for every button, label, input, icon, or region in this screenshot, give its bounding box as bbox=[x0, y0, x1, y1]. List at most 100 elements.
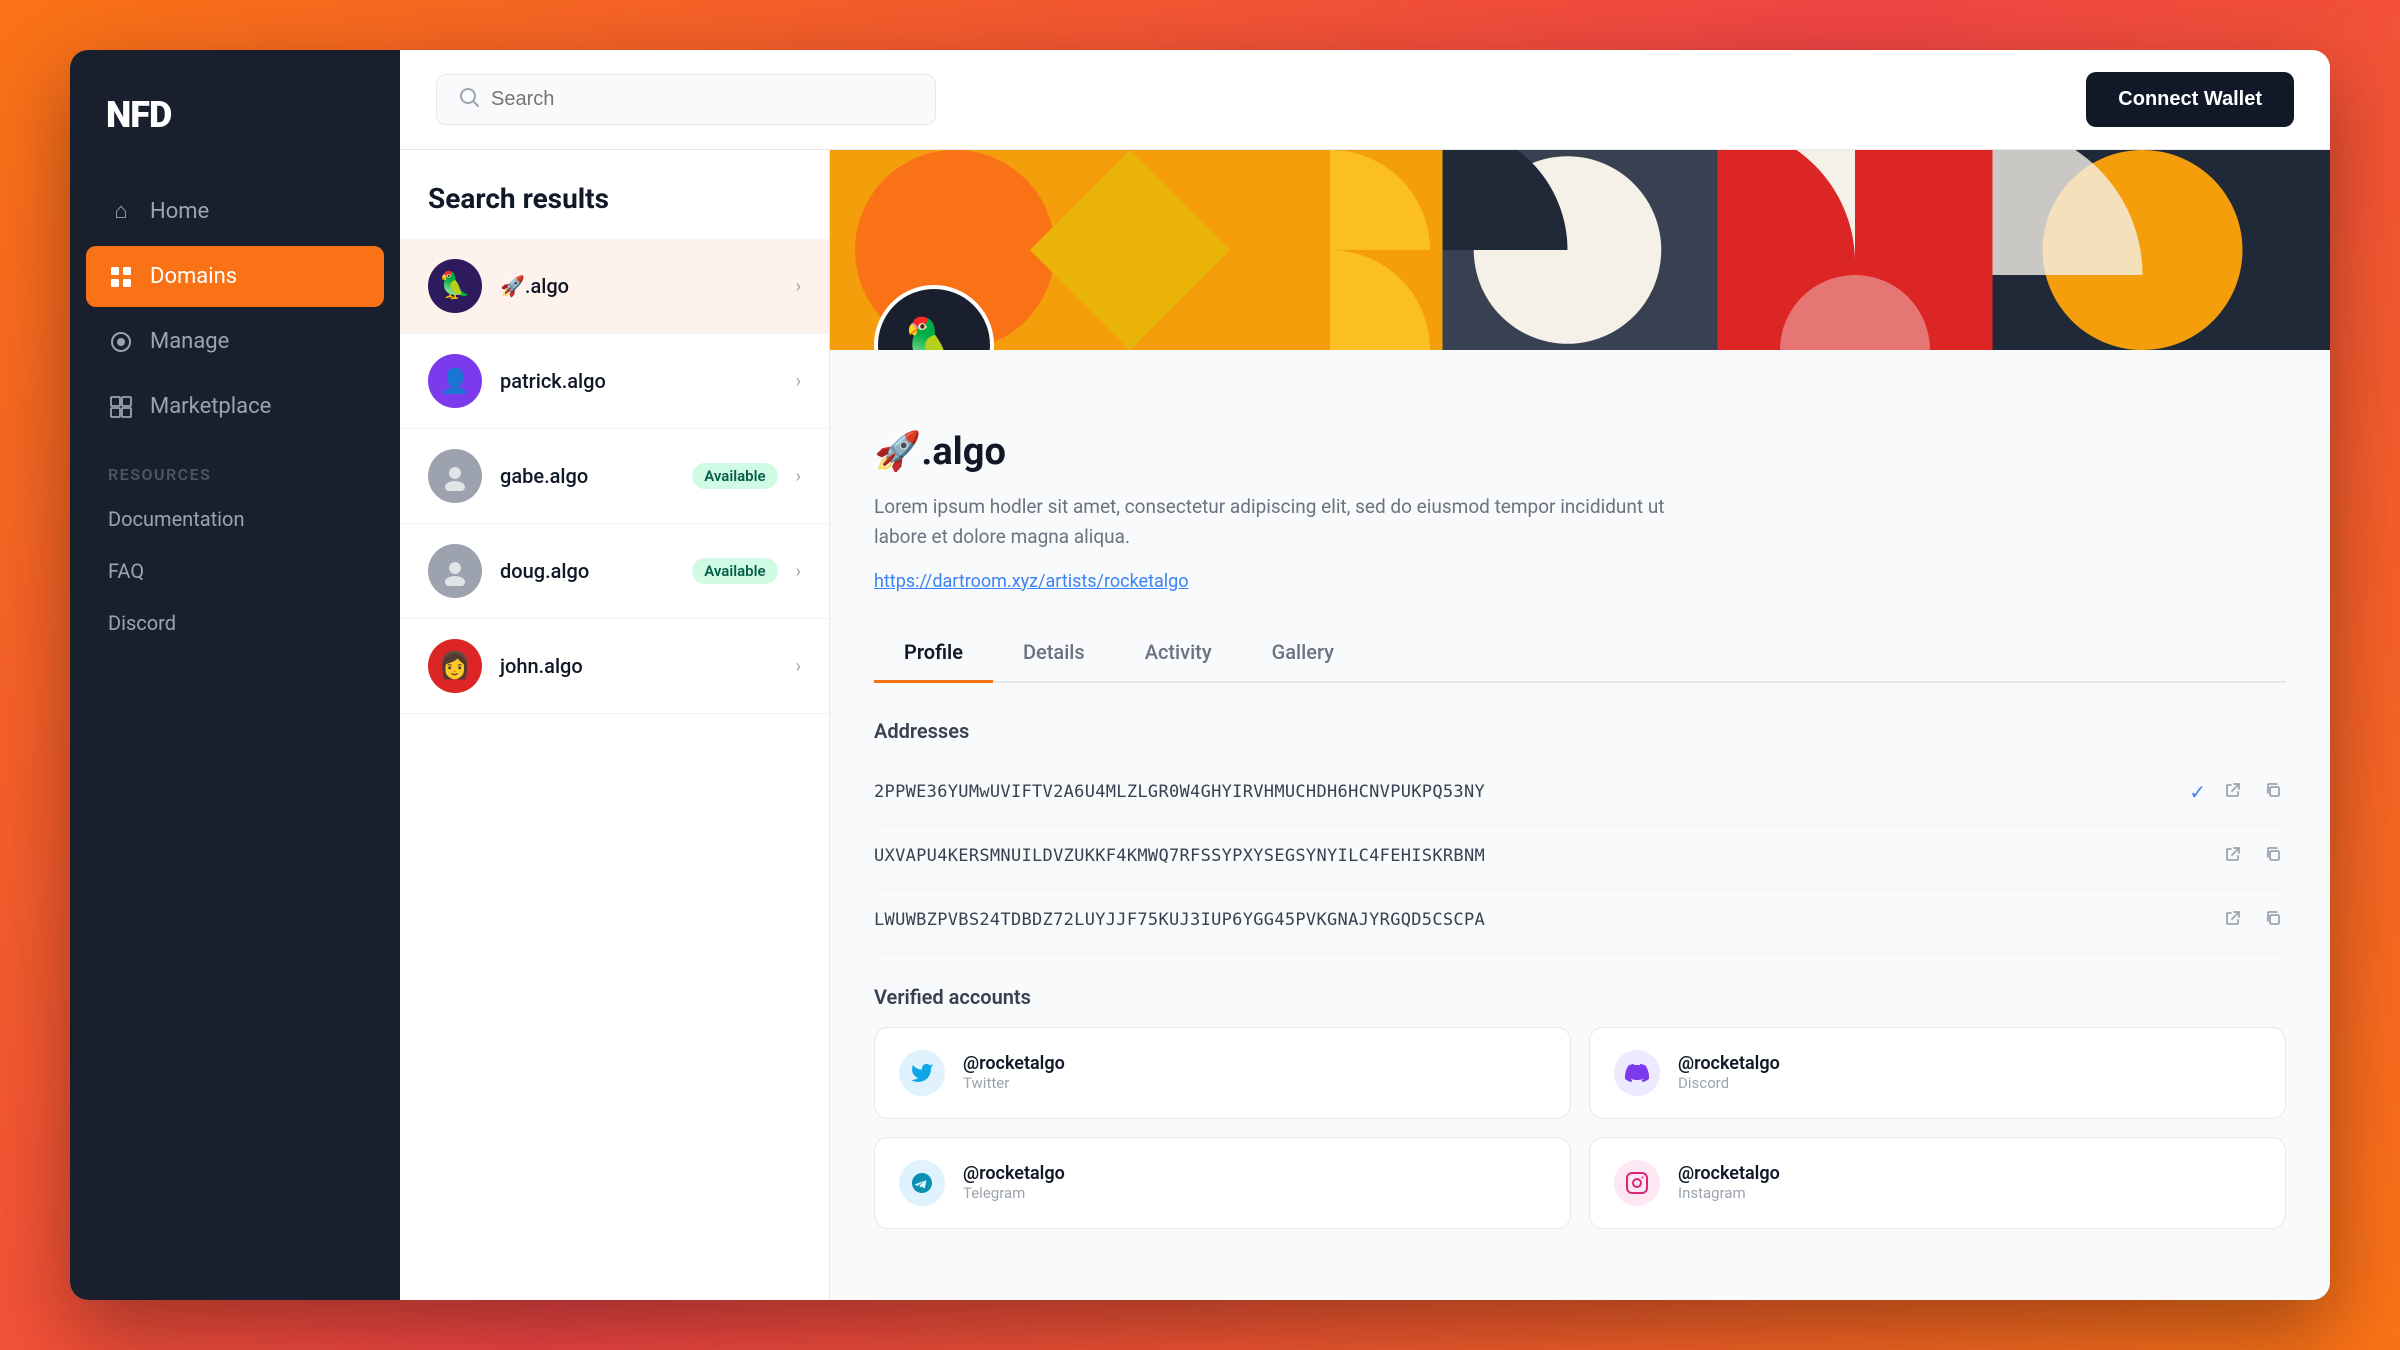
content-area: Search results 🦜 🚀.algo › 👤 patrick.algo… bbox=[400, 150, 2330, 1300]
profile-description: Lorem ipsum hodler sit amet, consectetur… bbox=[874, 492, 1694, 553]
detail-panel: 🦜 Make an offer 🚀.algo Lorem ipsum ho bbox=[830, 150, 2330, 1300]
address-copy-0[interactable] bbox=[2260, 777, 2286, 808]
logo: NFD bbox=[70, 50, 400, 172]
address-check-icon: ✓ bbox=[2189, 780, 2206, 804]
sidebar-link-docs[interactable]: Documentation bbox=[86, 494, 384, 544]
verified-accounts-title: Verified accounts bbox=[874, 985, 2286, 1009]
address-copy-2[interactable] bbox=[2260, 905, 2286, 936]
verified-info-discord: @rocketalgo Discord bbox=[1678, 1053, 1780, 1092]
profile-info: 🚀.algo Lorem ipsum hodler sit amet, cons… bbox=[830, 350, 2330, 1261]
profile-banner: 🦜 Make an offer bbox=[830, 150, 2330, 350]
address-row-1: UXVAPU4KERSMNUILDVZUKKF4KMWQ7RFSSYPXYSEG… bbox=[874, 825, 2286, 889]
result-avatar-john: 👩 bbox=[428, 639, 482, 693]
search-result-patrick[interactable]: 👤 patrick.algo › bbox=[400, 334, 829, 429]
twitter-handle: @rocketalgo bbox=[963, 1053, 1065, 1074]
search-box[interactable] bbox=[436, 74, 936, 125]
result-name-doug: doug.algo bbox=[500, 559, 674, 583]
instagram-platform: Instagram bbox=[1678, 1184, 1780, 1202]
result-name-john: john.algo bbox=[500, 654, 778, 678]
discord-platform: Discord bbox=[1678, 1074, 1780, 1092]
banner-pattern-svg bbox=[830, 150, 2330, 350]
sidebar-item-label-home: Home bbox=[150, 199, 209, 224]
address-copy-1[interactable] bbox=[2260, 841, 2286, 872]
manage-icon bbox=[108, 329, 134, 354]
address-external-link-2[interactable] bbox=[2220, 905, 2246, 936]
verified-info-telegram: @rocketalgo Telegram bbox=[963, 1163, 1065, 1202]
address-row-0: 2PPWE36YUMwUVIFTV2A6U4MLZLGR0W4GHYIRVHMU… bbox=[874, 761, 2286, 825]
search-panel: Search results 🦜 🚀.algo › 👤 patrick.algo… bbox=[400, 150, 830, 1300]
verified-info-instagram: @rocketalgo Instagram bbox=[1678, 1163, 1780, 1202]
sidebar-item-label-domains: Domains bbox=[150, 264, 237, 289]
domains-icon bbox=[108, 264, 134, 289]
telegram-platform: Telegram bbox=[963, 1184, 1065, 1202]
verified-card-twitter[interactable]: @rocketalgo Twitter bbox=[874, 1027, 1571, 1119]
address-external-link-1[interactable] bbox=[2220, 841, 2246, 872]
sidebar-item-home[interactable]: ⌂ Home bbox=[86, 180, 384, 242]
result-avatar-rocket: 🦜 bbox=[428, 259, 482, 313]
home-icon: ⌂ bbox=[108, 198, 134, 224]
search-result-gabe[interactable]: gabe.algo Available › bbox=[400, 429, 829, 524]
sidebar-item-marketplace[interactable]: Marketplace bbox=[86, 376, 384, 437]
search-result-doug[interactable]: doug.algo Available › bbox=[400, 524, 829, 619]
header: Connect Wallet bbox=[400, 50, 2330, 150]
chevron-icon-patrick: › bbox=[796, 371, 801, 392]
available-badge-doug: Available bbox=[692, 558, 777, 584]
addresses-section-title: Addresses bbox=[874, 719, 2286, 743]
main-content: Connect Wallet Search results 🦜 🚀.algo ›… bbox=[400, 50, 2330, 1300]
discord-handle: @rocketalgo bbox=[1678, 1053, 1780, 1074]
address-row-2: LWUWBZPVBS24TDBDZ72LUYJJF75KUJ3IUP6YGG45… bbox=[874, 889, 2286, 953]
result-name-rocket: 🚀.algo bbox=[500, 274, 778, 298]
result-avatar-gabe bbox=[428, 449, 482, 503]
sidebar-item-domains[interactable]: Domains bbox=[86, 246, 384, 307]
search-result-john[interactable]: 👩 john.algo › bbox=[400, 619, 829, 714]
sidebar-nav: ⌂ Home Domains bbox=[70, 172, 400, 1300]
verified-card-discord[interactable]: @rocketalgo Discord bbox=[1589, 1027, 2286, 1119]
verified-card-instagram[interactable]: @rocketalgo Instagram bbox=[1589, 1137, 2286, 1229]
tab-gallery[interactable]: Gallery bbox=[1242, 624, 1364, 683]
marketplace-icon bbox=[108, 394, 134, 419]
search-input[interactable] bbox=[491, 88, 913, 111]
chevron-icon-rocket: › bbox=[796, 276, 801, 297]
telegram-handle: @rocketalgo bbox=[963, 1163, 1065, 1184]
chevron-icon-doug: › bbox=[796, 561, 801, 582]
discord-icon bbox=[1614, 1050, 1660, 1096]
connect-wallet-button[interactable]: Connect Wallet bbox=[2086, 72, 2294, 127]
twitter-platform: Twitter bbox=[963, 1074, 1065, 1092]
resources-label: RESOURCES bbox=[86, 441, 384, 494]
twitter-icon bbox=[899, 1050, 945, 1096]
result-avatar-doug bbox=[428, 544, 482, 598]
profile-avatar: 🦜 bbox=[874, 285, 994, 350]
chevron-icon-gabe: › bbox=[796, 466, 801, 487]
verified-info-twitter: @rocketalgo Twitter bbox=[963, 1053, 1065, 1092]
sidebar: NFD ⌂ Home Domains bbox=[70, 50, 400, 1300]
profile-name: 🚀.algo bbox=[874, 430, 2286, 474]
sidebar-link-discord[interactable]: Discord bbox=[86, 598, 384, 648]
verified-card-telegram[interactable]: @rocketalgo Telegram bbox=[874, 1137, 1571, 1229]
instagram-handle: @rocketalgo bbox=[1678, 1163, 1780, 1184]
sidebar-link-faq[interactable]: FAQ bbox=[86, 546, 384, 596]
sidebar-item-label-marketplace: Marketplace bbox=[150, 394, 271, 419]
result-avatar-patrick: 👤 bbox=[428, 354, 482, 408]
sidebar-item-label-manage: Manage bbox=[150, 329, 229, 354]
address-external-link-0[interactable] bbox=[2220, 777, 2246, 808]
address-text-2: LWUWBZPVBS24TDBDZ72LUYJJF75KUJ3IUP6YGG45… bbox=[874, 910, 2206, 930]
instagram-icon bbox=[1614, 1160, 1660, 1206]
result-name-patrick: patrick.algo bbox=[500, 369, 778, 393]
profile-link[interactable]: https://dartroom.xyz/artists/rocketalgo bbox=[874, 571, 2286, 592]
tab-activity[interactable]: Activity bbox=[1115, 624, 1242, 683]
tab-details[interactable]: Details bbox=[993, 624, 1115, 683]
search-icon bbox=[459, 87, 479, 112]
profile-avatar-wrap: 🦜 bbox=[874, 285, 994, 350]
tab-profile[interactable]: Profile bbox=[874, 624, 993, 683]
sidebar-item-manage[interactable]: Manage bbox=[86, 311, 384, 372]
profile-tabs: Profile Details Activity Gallery bbox=[874, 624, 2286, 683]
search-results-title: Search results bbox=[400, 182, 829, 239]
chevron-icon-john: › bbox=[796, 656, 801, 677]
logo-text: NFD bbox=[106, 94, 171, 136]
address-text-0: 2PPWE36YUMwUVIFTV2A6U4MLZLGR0W4GHYIRVHMU… bbox=[874, 782, 2175, 802]
verified-accounts-grid: @rocketalgo Twitter @rocketalgo Dis bbox=[874, 1027, 2286, 1229]
address-text-1: UXVAPU4KERSMNUILDVZUKKF4KMWQ7RFSSYPXYSEG… bbox=[874, 846, 2206, 866]
result-name-gabe: gabe.algo bbox=[500, 464, 674, 488]
available-badge-gabe: Available bbox=[692, 463, 777, 489]
search-result-rocket[interactable]: 🦜 🚀.algo › bbox=[400, 239, 829, 334]
